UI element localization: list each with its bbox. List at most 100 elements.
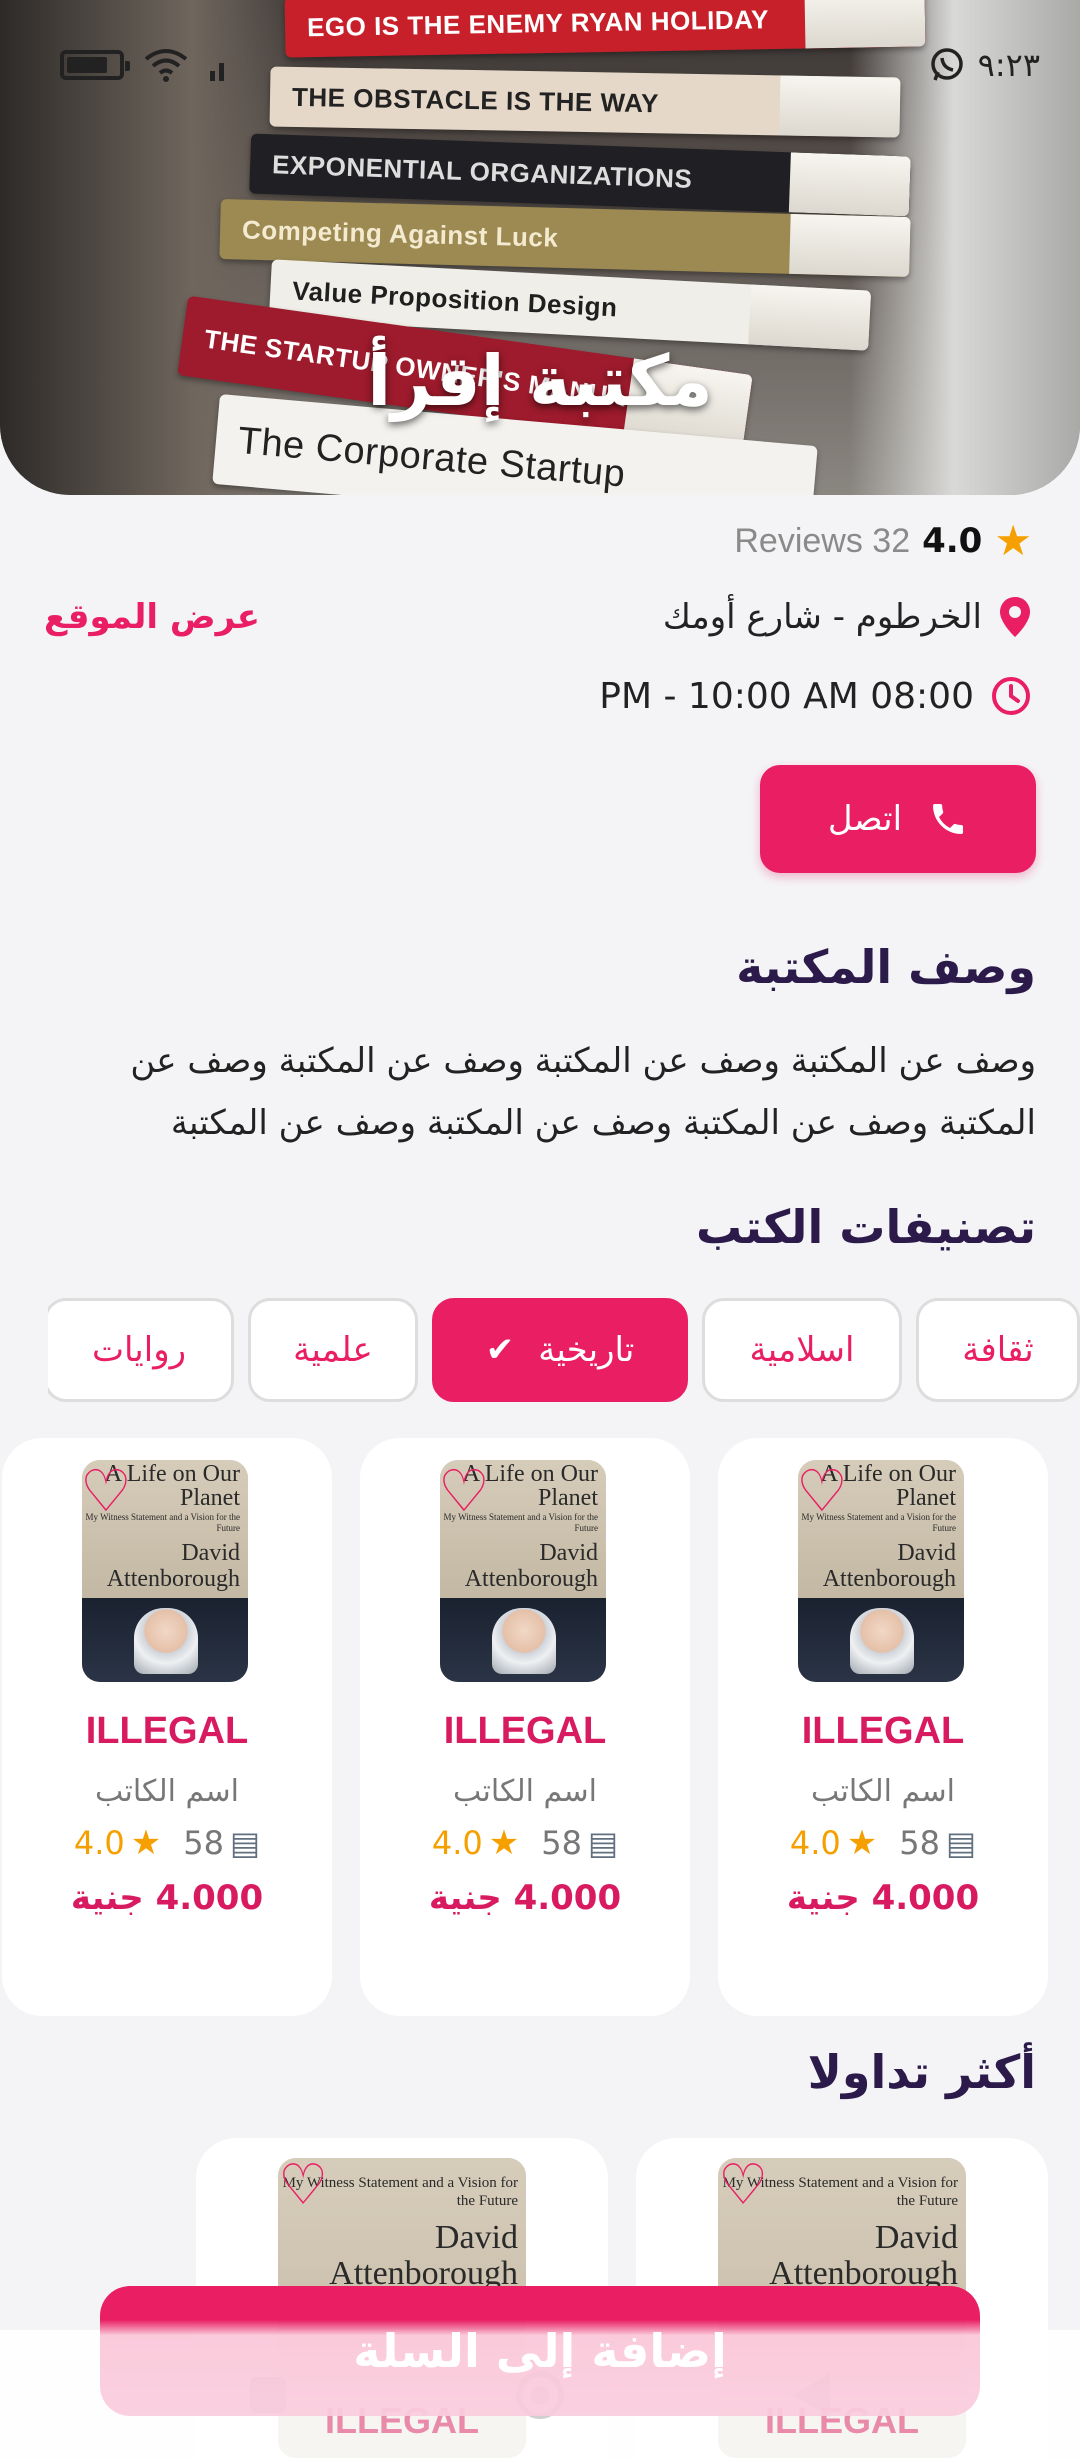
call-button-label: اتصل (827, 799, 903, 839)
book-meta: 4.0 ★ 58 ▤ (2, 1824, 332, 1862)
check-icon: ✔ (485, 1330, 515, 1370)
add-to-cart-label: إضافة إلى السلة (353, 2324, 727, 2378)
chip-islamic[interactable]: اسلامية (702, 1298, 902, 1402)
book-rating-value: 4.0 (789, 1824, 841, 1862)
open-book-icon: ▤ (587, 1824, 619, 1862)
hero-book-text: EGO IS THE ENEMY RYAN HOLIDAY (306, 3, 770, 42)
address: الخرطوم - شارع أومك (663, 595, 1032, 639)
book-rating: 4.0 ★ (432, 1824, 519, 1862)
favorite-heart-icon[interactable]: ♡ (718, 2158, 768, 2214)
cover-photo (82, 1597, 248, 1682)
book-meta: 4.0 ★ 58 ▤ (718, 1824, 1048, 1862)
status-icons-right: ٩:٢٣ (928, 46, 1040, 84)
cover-author: David Attenborough (822, 1540, 956, 1592)
star-icon: ★ (130, 1823, 162, 1863)
star-icon: ★ (846, 1823, 878, 1863)
clock-icon (992, 677, 1030, 715)
rating-value: 4.0 (922, 521, 983, 561)
book-rating: 4.0 ★ (790, 1824, 877, 1862)
chip-scientific[interactable]: علمية (248, 1298, 418, 1402)
chip-novels[interactable]: روايات (48, 1298, 234, 1402)
book-card[interactable]: A Life on Our Planet My Witness Statemen… (718, 1438, 1048, 2016)
category-chips: ثقافة اسلامية ✔ تاريخية علمية روايات (48, 1298, 1080, 1402)
cover-author: David Attenborough (769, 2219, 958, 2292)
hero-book-pages (788, 152, 911, 217)
hours-text: PM - 10:00 AM 08:00 (599, 675, 974, 717)
call-button[interactable]: اتصل (760, 765, 1036, 873)
hero-book-text: EXPONENTIAL ORGANIZATIONS (271, 148, 693, 194)
cover-portrait (492, 1608, 556, 1674)
book-author: اسم الكاتب (453, 1774, 597, 1809)
cover-photo (798, 1597, 964, 1682)
description-text: وصف عن المكتبة وصف عن المكتبة وصف عن الم… (130, 1041, 1036, 1143)
trending-title: أكثر تداولا (807, 2045, 1036, 2099)
favorite-heart-icon[interactable]: ♡ (438, 1462, 490, 1520)
view-location-link[interactable]: عرض الموقع (44, 597, 260, 637)
favorite-heart-icon[interactable]: ♡ (278, 2158, 328, 2214)
location-pin-icon (1000, 597, 1030, 637)
battery-icon (60, 50, 130, 80)
open-book-icon: ▤ (945, 1824, 977, 1862)
description-title: وصف المكتبة (736, 940, 1036, 994)
add-to-cart-button[interactable]: إضافة إلى السلة (100, 2286, 980, 2416)
book-meta: 4.0 ★ 58 ▤ (360, 1824, 690, 1862)
location-row: الخرطوم - شارع أومك عرض الموقع (44, 595, 1032, 639)
book-pages-value: 58 (541, 1824, 582, 1862)
book-pages-value: 58 (899, 1824, 940, 1862)
hero-banner: EGO IS THE ENEMY RYAN HOLIDAY THE OBSTAC… (0, 0, 1080, 495)
opening-hours: PM - 10:00 AM 08:00 (599, 675, 1032, 717)
chip-label: روايات (91, 1330, 187, 1370)
open-book-icon: ▤ (229, 1824, 261, 1862)
book-card[interactable]: A Life on Our Planet My Witness Statemen… (360, 1438, 690, 2016)
book-pages: 58 ▤ (899, 1824, 976, 1862)
favorite-heart-icon[interactable]: ♡ (80, 1462, 132, 1520)
chip-historical[interactable]: ✔ تاريخية (432, 1298, 688, 1402)
chip-label: ثقافة (962, 1330, 1034, 1370)
book-price: 4.000 جنية (428, 1878, 622, 1918)
phone-icon (933, 804, 964, 834)
favorite-heart-icon[interactable]: ♡ (796, 1462, 848, 1520)
book-pages: 58 ▤ (541, 1824, 618, 1862)
book-title: ILLEGAL (801, 1710, 965, 1752)
star-icon: ★ (994, 516, 1032, 565)
status-bar: ٩:٢٣ (60, 40, 1040, 90)
star-icon: ★ (488, 1823, 520, 1863)
chip-label: علمية (293, 1330, 373, 1370)
book-author: اسم الكاتب (811, 1774, 955, 1809)
status-icons-left (60, 47, 228, 83)
signal-icon (210, 63, 224, 81)
book-price: 4.000 جنية (786, 1878, 980, 1918)
status-time: ٩:٢٣ (977, 46, 1040, 84)
wifi-icon (144, 49, 188, 82)
cover-portrait (850, 1608, 914, 1674)
book-author: اسم الكاتب (95, 1774, 239, 1809)
cover-photo (440, 1597, 606, 1682)
book-rating-value: 4.0 (73, 1824, 125, 1862)
book-pages-value: 58 (183, 1824, 224, 1862)
cover-portrait (134, 1608, 198, 1674)
book-rating-value: 4.0 (431, 1824, 483, 1862)
chip-culture[interactable]: ثقافة (916, 1298, 1080, 1402)
hero-book-text: Value Proposition Design (291, 274, 619, 322)
rating-summary: Reviews 32 4.0 ★ (734, 520, 1032, 562)
hero-book-text: Competing Against Luck (241, 214, 559, 253)
cover-author: David Attenborough (106, 1540, 240, 1592)
chip-label: تاريخية (538, 1330, 635, 1370)
whatsapp-icon (930, 48, 963, 81)
book-cards: A Life on Our Planet My Witness Statemen… (0, 1438, 1080, 2018)
hero-book-pages (789, 213, 911, 278)
book-title: ILLEGAL (85, 1710, 249, 1752)
cover-author: David Attenborough (329, 2219, 518, 2292)
book-rating: 4.0 ★ (74, 1824, 161, 1862)
hero-book-text: The Corporate Startup (236, 419, 628, 495)
chip-label: اسلامية (749, 1330, 855, 1370)
library-name: مكتبة إقرأ (367, 340, 713, 422)
categories-title: تصنيفات الكتب (695, 1200, 1036, 1254)
book-card[interactable]: A Life on Our Planet My Witness Statemen… (2, 1438, 332, 2016)
cover-author: David Attenborough (464, 1540, 598, 1592)
reviews-count: Reviews 32 (734, 521, 911, 560)
book-price: 4.000 جنية (70, 1878, 264, 1918)
address-text: الخرطوم - شارع أومك (662, 597, 982, 637)
book-title: ILLEGAL (443, 1710, 607, 1752)
book-pages: 58 ▤ (183, 1824, 260, 1862)
